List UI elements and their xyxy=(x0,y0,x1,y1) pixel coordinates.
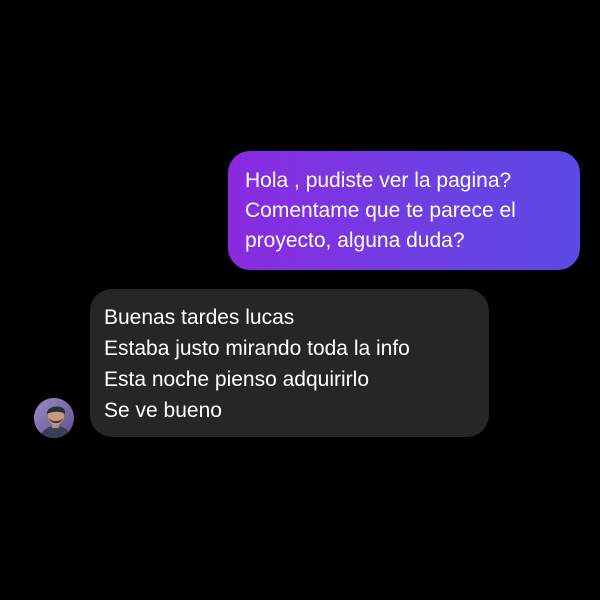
incoming-message-line: Esta noche pienso adquirirlo xyxy=(104,368,370,391)
incoming-message-bubble[interactable]: Buenas tardes lucas Estaba justo mirando… xyxy=(90,289,489,437)
incoming-message-line: Estaba justo mirando toda la info xyxy=(104,337,410,360)
chat-thread: Hola , pudiste ver la pagina? Comentame … xyxy=(0,0,600,600)
outgoing-message-line: Comentame que te parece el xyxy=(245,199,516,222)
user-avatar-icon xyxy=(34,398,74,438)
incoming-message-line: Se ve bueno xyxy=(104,399,222,422)
incoming-message-line: Buenas tardes lucas xyxy=(104,306,295,329)
outgoing-message-line: proyecto, alguna duda? xyxy=(245,229,465,252)
sender-avatar[interactable] xyxy=(34,398,74,438)
outgoing-message-line: Hola , pudiste ver la pagina? xyxy=(245,169,512,192)
outgoing-message-bubble[interactable]: Hola , pudiste ver la pagina? Comentame … xyxy=(228,151,580,270)
